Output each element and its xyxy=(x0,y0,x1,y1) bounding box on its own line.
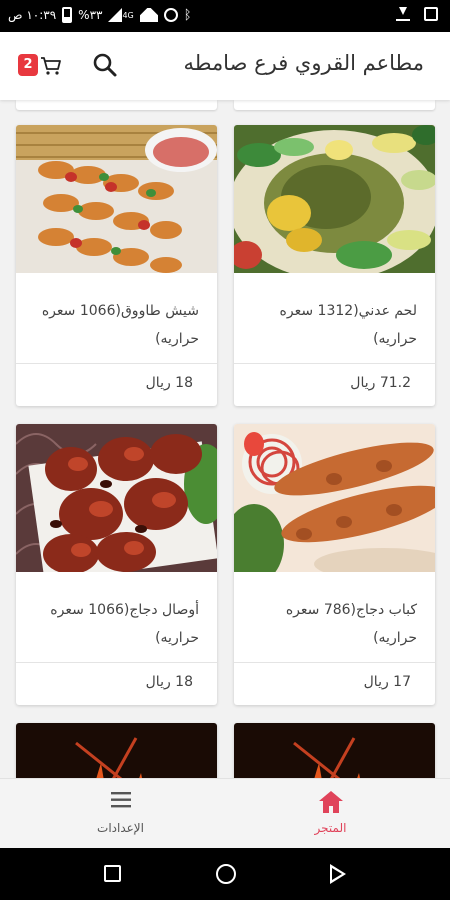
product-image xyxy=(234,723,435,778)
divider xyxy=(16,662,217,663)
cart-button[interactable]: 2 xyxy=(16,52,64,82)
download-icon xyxy=(396,7,410,21)
nav-tab-store[interactable]: المتجر xyxy=(218,779,443,849)
product-image xyxy=(234,125,435,273)
product-card[interactable] xyxy=(16,723,217,778)
product-image xyxy=(234,424,435,572)
battery-icon xyxy=(62,7,73,23)
cart-count-badge: 2 xyxy=(18,54,38,76)
signal-icon xyxy=(108,8,123,22)
alarm-icon xyxy=(163,8,178,22)
bluetooth-icon: ᛒ xyxy=(183,7,192,23)
search-icon xyxy=(93,53,117,77)
product-image xyxy=(16,125,217,273)
battery-percent: %٣٣ xyxy=(78,8,103,22)
divider xyxy=(234,363,435,364)
product-grid[interactable]: لحم عدني(1312 سعره حراريه) 71.2 ريال شيش… xyxy=(0,100,450,778)
status-bar: ١٠:٣٩ ص %٣٣ 4G ᛒ xyxy=(0,0,450,32)
home-circle-icon[interactable] xyxy=(216,864,236,884)
back-icon[interactable] xyxy=(330,864,346,884)
product-card[interactable]: أوصال دجاج(1066 سعره حراريه) 18 ريال xyxy=(16,424,217,705)
app-bar: 2 مطاعم القروي فرع صامطه xyxy=(0,32,450,100)
home-icon xyxy=(319,791,343,813)
status-icons-right xyxy=(396,7,438,21)
product-price: 18 ريال xyxy=(145,674,193,690)
wifi-icon xyxy=(140,8,158,22)
recent-apps-icon[interactable] xyxy=(104,865,121,882)
image-notification-icon xyxy=(424,7,438,21)
cart-icon xyxy=(41,57,61,75)
product-card[interactable] xyxy=(234,723,435,778)
menu-icon xyxy=(111,792,131,808)
product-name[interactable]: لحم عدني(1312 سعره حراريه) xyxy=(248,297,417,353)
product-price: 18 ريال xyxy=(145,375,193,391)
product-price: 17 ريال xyxy=(363,674,411,690)
product-name[interactable]: شيش طاووق(1066 سعره حراريه) xyxy=(30,297,199,353)
page-title: مطاعم القروي فرع صامطه xyxy=(183,51,424,75)
product-card[interactable]: لحم عدني(1312 سعره حراريه) 71.2 ريال xyxy=(234,125,435,406)
bottom-navigation: المتجر الإعدادات xyxy=(0,778,450,848)
nav-tab-settings[interactable]: الإعدادات xyxy=(8,779,233,849)
product-price: 71.2 ريال xyxy=(350,375,411,391)
divider xyxy=(234,662,435,663)
product-name[interactable]: أوصال دجاج(1066 سعره حراريه) xyxy=(30,596,199,652)
product-name[interactable]: كباب دجاج(786 سعره حراريه) xyxy=(248,596,417,652)
product-card[interactable]: كباب دجاج(786 سعره حراريه) 17 ريال xyxy=(234,424,435,705)
product-card[interactable]: شيش طاووق(1066 سعره حراريه) 18 ريال xyxy=(16,125,217,406)
previous-card-edge xyxy=(234,100,435,110)
divider xyxy=(16,363,217,364)
nav-tab-settings-label: الإعدادات xyxy=(97,821,144,835)
product-image xyxy=(16,424,217,572)
system-navigation-bar xyxy=(0,848,450,900)
search-button[interactable] xyxy=(92,52,120,80)
status-icons-left: ١٠:٣٩ ص %٣٣ 4G ᛒ xyxy=(8,7,192,23)
previous-card-edge xyxy=(16,100,217,110)
nav-tab-store-label: المتجر xyxy=(314,821,347,835)
product-image xyxy=(16,723,217,778)
status-time: ١٠:٣٩ ص xyxy=(8,8,57,22)
network-type: 4G xyxy=(122,10,134,20)
